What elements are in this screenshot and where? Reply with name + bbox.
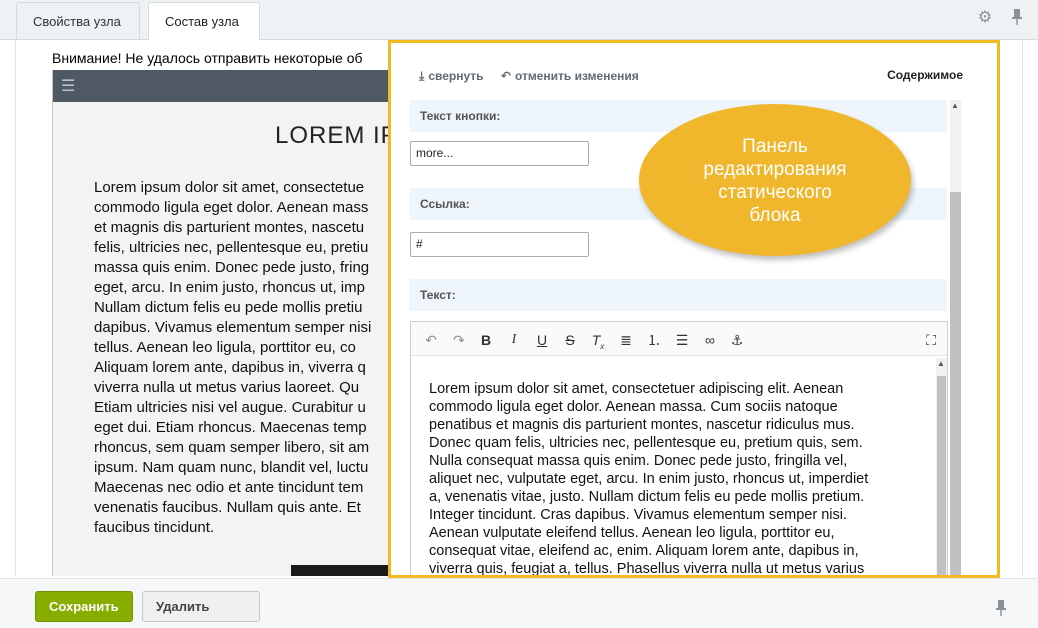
preview-line: ipsum. Nam quam nunc, blandit vel, luctu (94, 459, 369, 476)
ordered-list-icon[interactable]: ⒈ (644, 331, 664, 349)
save-button[interactable]: Сохранить (35, 591, 133, 622)
fullscreen-icon[interactable]: ⛶ (921, 331, 941, 349)
callout-line: блока (749, 205, 801, 226)
preview-line: Aliquam lorem ante, dapibus in, viverra … (94, 359, 366, 376)
panel-scrollbar[interactable]: ▲ (950, 100, 961, 575)
tab-node-contents[interactable]: Состав узла (148, 2, 260, 41)
editor-line: consequat vitae, eleifend ac, enim. Aliq… (429, 543, 859, 559)
preview-line: Lorem ipsum dolor sit amet, consectetue (94, 179, 365, 196)
preview-title: LOREM IP (275, 122, 392, 149)
editor-line: commodo ligula eget dolor. Aenean massa.… (429, 399, 838, 415)
editor-line: viverra quis, feugiat a, tellus. Phasell… (429, 561, 865, 577)
menu-icon[interactable]: ☰ (61, 76, 75, 96)
rich-text-editor[interactable]: ↶ ↷ B I U S Tx ≣ ⒈ ☰ ∞ ⚓ ⛶ Lorem ipsum d… (410, 321, 948, 577)
clear-format-icon[interactable]: Tx (588, 331, 608, 351)
footer-bar: Сохранить Удалить ветку (0, 578, 1038, 628)
callout-line: статического (718, 182, 832, 203)
undo-changes-button[interactable]: ↶ отменить изменения (501, 69, 639, 83)
editor-line: Aenean vulputate eleifend tellus. Aenean… (429, 525, 835, 541)
callout-line: редактирования (703, 159, 847, 180)
undo-icon[interactable]: ↶ (421, 331, 441, 349)
annotation-callout: Панель редактирования статического блока (639, 104, 911, 256)
preview-line: venenatis faucibus. Nullam quis ante. Et (94, 499, 361, 516)
editor-toolbar: ↶ ↷ B I U S Tx ≣ ⒈ ☰ ∞ ⚓ ⛶ (411, 322, 947, 356)
unordered-list-icon[interactable]: ☰ (672, 331, 692, 349)
preview-line: dapibus. Vivamus elementum semper nisi (94, 319, 372, 336)
bold-icon[interactable]: B (476, 331, 496, 349)
static-block-edit-panel: ⤓ свернуть ↶ отменить изменения Содержимое… (388, 40, 1000, 578)
preview-line: tellus. Aenean leo ligula, porttitor eu,… (94, 339, 356, 356)
preview-line: commodo ligula eget dolor. Aenean mass (94, 199, 369, 216)
preview-menu-bar: ☰ (53, 70, 392, 102)
editor-line: aliquet nec, vulputate eget, arcu. In en… (429, 471, 869, 487)
link-icon[interactable]: ∞ (700, 331, 720, 349)
panel-actions: ⤓ свернуть ↶ отменить изменения (419, 69, 653, 84)
panel-scrollbar-thumb[interactable] (950, 192, 961, 575)
link-input[interactable]: # (410, 232, 589, 257)
preview-line: et magnis dis parturient montes, nascetu (94, 219, 365, 236)
preview-line: eget, arcu. In enim justo, rhoncus ut, i… (94, 279, 365, 296)
collapse-button[interactable]: ⤓ свернуть (419, 69, 484, 83)
undo-icon: ↶ (500, 69, 511, 83)
scroll-up-icon[interactable]: ▲ (951, 101, 959, 110)
tabs-bar: Свойства узла Состав узла ⚙ (0, 0, 1038, 41)
page-preview: ☰ LOREM IP Lorem ipsum dolor sit amet, c… (52, 70, 392, 576)
button-text-input[interactable]: more... (410, 141, 589, 166)
scroll-up-icon[interactable]: ▲ (937, 359, 945, 368)
strikethrough-icon[interactable]: S (560, 331, 580, 349)
preview-line: rhoncus, sem quam semper libero, sit am (94, 439, 370, 456)
preview-line: Etiam ultricies nisi vel augue. Curabitu… (94, 399, 366, 416)
warning-message: Внимание! Не удалось отправить некоторые… (52, 50, 363, 66)
italic-icon[interactable]: I (504, 331, 524, 349)
preview-line: faucibus tincidunt. (94, 519, 215, 536)
delete-branch-button[interactable]: Удалить ветку (142, 591, 260, 622)
align-justify-icon[interactable]: ≣ (616, 331, 636, 349)
pin-icon[interactable] (1007, 8, 1027, 28)
editor-line: Donec quam felis, ultricies nec, pellent… (429, 435, 863, 451)
tab-node-properties[interactable]: Свойства узла (16, 2, 140, 39)
editor-line: Integer tincidunt. Cras dapibus. Vivamus… (429, 507, 848, 523)
editor-scrollbar[interactable]: ▲ (936, 358, 947, 575)
editor-scrollbar-thumb[interactable] (937, 376, 946, 575)
preview-line: massa quis enim. Donec pede justo, fring (94, 259, 370, 276)
preview-line: Maecenas nec odio et ante tincidunt tem (94, 479, 364, 496)
preview-image-block (291, 565, 392, 576)
editor-content[interactable]: Lorem ipsum dolor sit amet, consectetuer… (429, 380, 929, 577)
underline-icon[interactable]: U (532, 331, 552, 349)
editor-line: Nulla consequat massa quis enim. Donec p… (429, 453, 848, 469)
preview-line: Nullam dictum felis eu pede mollis preti… (94, 299, 363, 316)
preview-line: viverra nulla ut metus varius laoreet. Q… (94, 379, 360, 396)
editor-line: Lorem ipsum dolor sit amet, consectetuer… (429, 381, 844, 397)
collapse-icon: ⤓ (419, 69, 425, 83)
gear-icon[interactable]: ⚙ (975, 8, 995, 28)
anchor-icon[interactable]: ⚓ (727, 331, 747, 349)
panel-content-label: Содержимое (887, 68, 963, 82)
preview-line: eget dui. Etiam rhoncus. Maecenas temp (94, 419, 367, 436)
preview-line: felis, ultricies nec, pellentesque eu, p… (94, 239, 369, 256)
text-label: Текст: (409, 279, 947, 311)
callout-line: Панель (742, 136, 808, 157)
redo-icon[interactable]: ↷ (449, 331, 469, 349)
preview-text: Lorem ipsum dolor sit amet, consectetue … (94, 178, 392, 538)
editor-line: a, venenatis vitae, justo. Nullam dictum… (429, 489, 865, 505)
editor-line: penatibus et magnis dis parturient monte… (429, 417, 855, 433)
pin-icon[interactable] (995, 599, 1007, 621)
